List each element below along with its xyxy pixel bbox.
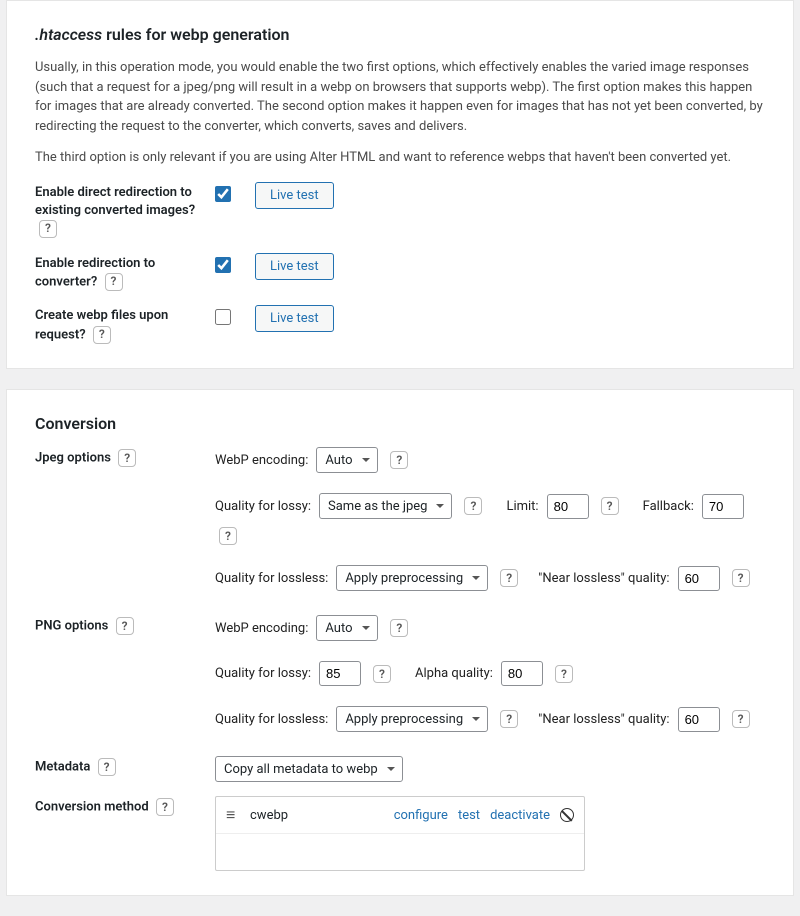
jpeg-quality-lossless-select[interactable]: Apply preprocessing [336, 565, 488, 591]
help-icon[interactable]: ? [601, 497, 619, 515]
opt-direct-redirect-row: Enable direct redirection to existing co… [35, 182, 765, 239]
png-quality-lossless-select[interactable]: Apply preprocessing [336, 706, 488, 732]
conversion-method-list: cwebp configure test deactivate [215, 796, 585, 871]
png-near-lossless-input[interactable] [678, 707, 720, 732]
help-icon[interactable]: ? [464, 497, 482, 515]
live-test-button[interactable]: Live test [255, 253, 334, 280]
opt-redirect-converter-label: Enable redirection to converter? ? [35, 253, 215, 292]
help-icon[interactable]: ? [156, 798, 174, 816]
opt-create-webp-row: Create webp files upon request? ? Live t… [35, 305, 765, 344]
png-quality-lossy-input[interactable] [319, 661, 361, 686]
help-icon[interactable]: ? [219, 527, 237, 545]
opt-create-webp-label: Create webp files upon request? ? [35, 305, 215, 344]
help-icon[interactable]: ? [39, 220, 57, 238]
conversion-method-row: Conversion method ? cwebp configure test… [35, 796, 765, 871]
metadata-label: Metadata ? [35, 756, 215, 777]
jpeg-near-lossless-input[interactable] [678, 566, 720, 591]
jpeg-webp-encoding-select[interactable]: Auto [316, 447, 378, 473]
conversion-method-item: cwebp configure test deactivate [216, 797, 584, 834]
metadata-select[interactable]: Copy all metadata to webp [215, 756, 403, 782]
help-icon[interactable]: ? [105, 273, 123, 291]
help-icon[interactable]: ? [118, 449, 136, 467]
png-options-row: PNG options ? WebP encoding: Auto ? Qual… [35, 615, 765, 742]
opt-direct-redirect-checkbox[interactable] [215, 186, 231, 202]
quality-lossless-label: Quality for lossless: [215, 571, 328, 586]
limit-label: Limit: [506, 499, 538, 514]
htaccess-panel: .htaccess rules for webp generation Usua… [6, 0, 794, 369]
fallback-label: Fallback: [643, 499, 694, 514]
help-icon[interactable]: ? [500, 710, 518, 728]
help-icon[interactable]: ? [116, 617, 134, 635]
configure-link[interactable]: configure [394, 808, 448, 823]
help-icon[interactable]: ? [373, 665, 391, 683]
opt-create-webp-checkbox[interactable] [215, 309, 231, 325]
help-icon[interactable]: ? [500, 569, 518, 587]
live-test-button[interactable]: Live test [255, 305, 334, 332]
opt-redirect-converter-row: Enable redirection to converter? ? Live … [35, 253, 765, 292]
metadata-row: Metadata ? Copy all metadata to webp [35, 756, 765, 782]
quality-lossless-label: Quality for lossless: [215, 712, 328, 727]
quality-lossy-label: Quality for lossy: [215, 499, 311, 514]
help-icon[interactable]: ? [93, 326, 111, 344]
htaccess-paragraph-1: Usually, in this operation mode, you wou… [35, 58, 765, 136]
opt-direct-redirect-label: Enable direct redirection to existing co… [35, 182, 215, 239]
near-lossless-label: "Near lossless" quality: [538, 571, 669, 586]
live-test-button[interactable]: Live test [255, 182, 334, 209]
png-options-controls: WebP encoding: Auto ? Quality for lossy:… [215, 615, 765, 742]
htaccess-paragraph-2: The third option is only relevant if you… [35, 148, 765, 168]
test-link[interactable]: test [458, 808, 480, 823]
jpeg-quality-lossy-select[interactable]: Same as the jpeg [319, 493, 452, 519]
near-lossless-label: "Near lossless" quality: [538, 712, 669, 727]
help-icon[interactable]: ? [390, 619, 408, 637]
conversion-panel: Conversion Jpeg options ? WebP encoding:… [6, 389, 794, 896]
htaccess-title: .htaccess rules for webp generation [35, 25, 765, 44]
conversion-method-label: Conversion method ? [35, 796, 215, 817]
jpeg-options-label: Jpeg options ? [35, 447, 215, 468]
help-icon[interactable]: ? [555, 665, 573, 683]
limit-input[interactable] [547, 494, 589, 519]
conversion-method-item [216, 834, 584, 870]
method-name: cwebp [250, 808, 384, 823]
help-icon[interactable]: ? [732, 569, 750, 587]
alpha-quality-input[interactable] [501, 661, 543, 686]
jpeg-options-controls: WebP encoding: Auto ? Quality for lossy:… [215, 447, 765, 601]
quality-lossy-label: Quality for lossy: [215, 666, 311, 681]
help-icon[interactable]: ? [732, 710, 750, 728]
drag-handle-icon[interactable] [226, 805, 240, 825]
opt-redirect-converter-checkbox[interactable] [215, 257, 231, 273]
ban-icon[interactable] [560, 808, 574, 822]
webp-encoding-label: WebP encoding: [215, 453, 308, 468]
webp-encoding-label: WebP encoding: [215, 621, 308, 636]
deactivate-link[interactable]: deactivate [490, 808, 550, 823]
png-options-label: PNG options ? [35, 615, 215, 636]
help-icon[interactable]: ? [390, 451, 408, 469]
conversion-title: Conversion [35, 414, 765, 433]
alpha-quality-label: Alpha quality: [415, 666, 493, 681]
png-webp-encoding-select[interactable]: Auto [316, 615, 378, 641]
help-icon[interactable]: ? [98, 758, 116, 776]
fallback-input[interactable] [702, 494, 744, 519]
jpeg-options-row: Jpeg options ? WebP encoding: Auto ? Qua… [35, 447, 765, 601]
